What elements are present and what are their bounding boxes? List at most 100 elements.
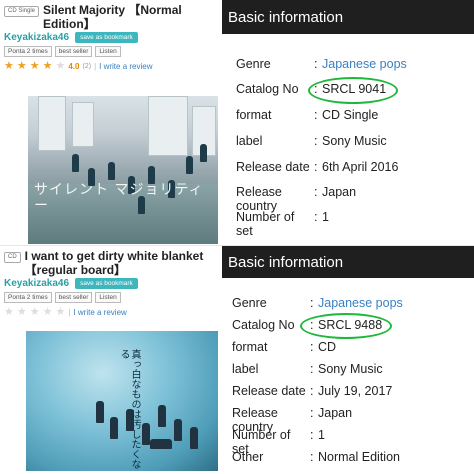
badge-row: Ponta 2 times best seller Listen (0, 43, 222, 57)
info-colon: : (314, 160, 318, 174)
format-tag: CD (4, 252, 21, 263)
star-icon: ★ (55, 60, 66, 72)
member-figure (150, 439, 172, 449)
cover-title-text: 真っ白なものは汚したくなる (118, 349, 140, 469)
member-figure (158, 405, 166, 427)
review-row: ★ ★ ★ ★ ★ | I write a review (0, 303, 222, 318)
badge-ponta: Ponta 2 times (4, 292, 52, 303)
member-figure (186, 156, 193, 174)
star-icon: ★ (42, 60, 53, 72)
product-title-row: CD Single Silent Majority 【Normal Editio… (0, 0, 222, 31)
info-key: Catalog No (232, 318, 295, 332)
info-key: Genre (236, 57, 271, 71)
badge-ponta: Ponta 2 times (4, 46, 52, 57)
info-value: Japan (322, 185, 357, 199)
info-value: 6th April 2016 (322, 160, 399, 174)
info-value: Japanese pops (318, 296, 403, 310)
info-key: label (232, 362, 259, 376)
bookmark-button[interactable]: save as bookmark (75, 32, 138, 43)
highlight-ring (300, 313, 392, 339)
member-figure (200, 144, 207, 162)
info-row-format: format : CD Single (236, 108, 474, 122)
album-cover-2[interactable]: 真っ白なものは汚したくなる (26, 331, 218, 471)
info-key: Catalog No (236, 82, 299, 96)
info-colon: : (314, 185, 318, 199)
star-icon: ★ (4, 306, 14, 318)
info-colon: : (310, 384, 314, 398)
info-colon: : (310, 362, 314, 376)
badge-bestseller: best seller (54, 46, 93, 57)
bookmark-button[interactable]: save as bookmark (75, 278, 138, 289)
artist-link[interactable]: Keyakizaka46 (4, 32, 69, 43)
panel-header: Basic information (222, 0, 474, 34)
artist-link[interactable]: Keyakizaka46 (4, 278, 69, 289)
member-figure (190, 427, 198, 449)
genre-link[interactable]: Japanese pops (322, 57, 407, 71)
info-value: Japanese pops (322, 57, 407, 71)
star-icon: ★ (4, 60, 14, 72)
info-key: format (236, 108, 272, 122)
album-cover-1[interactable]: サイレント マジョリティー (28, 96, 218, 244)
artist-row: Keyakizaka46 save as bookmark (0, 277, 222, 289)
info-key: Release date (232, 384, 306, 398)
star-icon: ★ (16, 306, 27, 318)
member-figure (96, 401, 104, 423)
artist-row: Keyakizaka46 save as bookmark (0, 31, 222, 43)
info-value: Normal Edition (318, 450, 400, 464)
write-review-link[interactable]: I write a review (73, 308, 126, 317)
product-title[interactable]: I want to get dirty white blanket 【regul… (25, 249, 218, 277)
info-key: Other (232, 450, 264, 464)
building-shape (38, 96, 66, 151)
member-figure (174, 419, 182, 441)
info-value: 1 (322, 210, 329, 224)
divider: | (68, 308, 71, 317)
info-key: Number of set (236, 210, 295, 238)
badge-listen[interactable]: Listen (95, 46, 121, 57)
member-figure (72, 154, 79, 172)
star-icon: ★ (16, 60, 27, 72)
info-key: Release country (236, 185, 282, 213)
info-row-release-date: Release date : 6th April 2016 (236, 160, 474, 174)
basic-info-panel-2: Basic information Genre : Japanese pops … (222, 246, 474, 474)
product-panel-1: CD Single Silent Majority 【Normal Editio… (0, 0, 222, 245)
building-shape (72, 102, 94, 147)
member-figure (142, 423, 150, 445)
info-row-label: label : Sony Music (232, 362, 474, 376)
star-icon: ★ (29, 60, 40, 72)
info-key: label (236, 134, 263, 148)
product-panel-2: CD I want to get dirty white blanket 【re… (0, 246, 222, 474)
info-colon: : (314, 57, 318, 71)
info-row-format: format : CD (232, 340, 474, 354)
info-colon: : (310, 450, 314, 464)
badge-listen[interactable]: Listen (95, 292, 121, 303)
format-tag: CD Single (4, 6, 40, 17)
highlight-ring (308, 77, 398, 104)
info-row-genre: Genre : Japanese pops (236, 57, 474, 71)
panel-header: Basic information (222, 246, 474, 278)
write-review-link[interactable]: I write a review (99, 62, 152, 71)
info-row-other: Other : Normal Edition (232, 450, 474, 464)
member-figure (110, 417, 118, 439)
info-row-release-country: Release country : Japan (236, 185, 474, 213)
info-colon: : (314, 134, 318, 148)
star-icon: ★ (29, 306, 40, 318)
product-title-row: CD I want to get dirty white blanket 【re… (0, 246, 222, 277)
rating-value: 4.0 (68, 62, 80, 71)
review-row: ★ ★ ★ ★ ★ 4.0 (2) | I write a review (0, 57, 222, 72)
info-value: Sony Music (322, 134, 387, 148)
info-value: CD Single (322, 108, 379, 122)
divider: | (94, 62, 97, 71)
info-key: Genre (232, 296, 267, 310)
info-colon: : (310, 296, 314, 310)
info-row-label: label : Sony Music (236, 134, 474, 148)
info-value: CD (318, 340, 337, 354)
basic-info-panel-1: Basic information Genre : Japanese pops … (222, 0, 474, 245)
info-key: Release date (236, 160, 310, 174)
info-colon: : (310, 340, 314, 354)
genre-link[interactable]: Japanese pops (318, 296, 403, 310)
rating-count[interactable]: (2) (83, 63, 92, 70)
info-colon: : (314, 108, 318, 122)
info-row-genre: Genre : Japanese pops (232, 296, 474, 310)
badge-bestseller: best seller (54, 292, 93, 303)
product-title[interactable]: Silent Majority 【Normal Edition】 (43, 3, 218, 31)
